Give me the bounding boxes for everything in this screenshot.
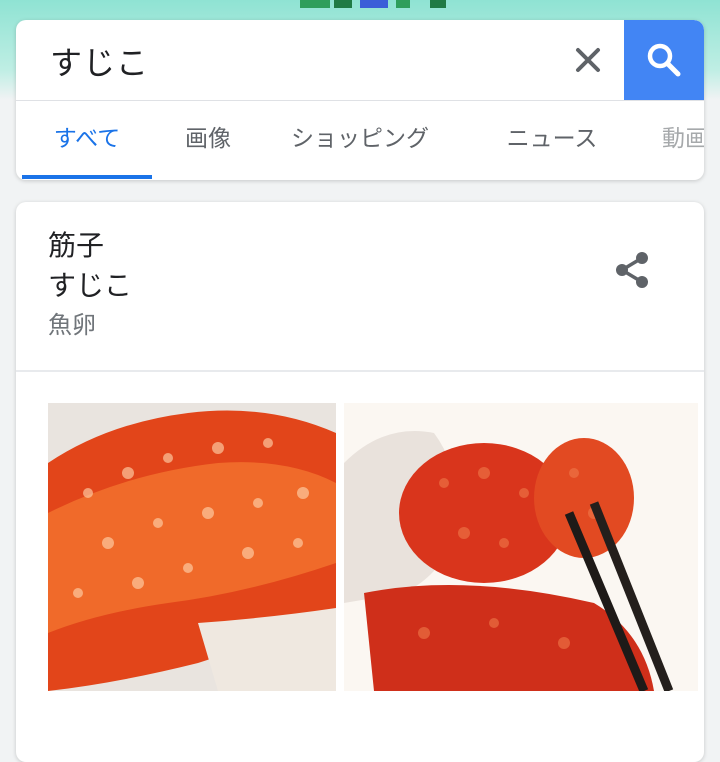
share-button[interactable] — [608, 246, 656, 294]
divider — [16, 370, 704, 372]
kp-image-salmon-roe[interactable] — [48, 403, 336, 691]
kp-title: 筋子 — [48, 229, 105, 262]
salmon-roe-photo — [48, 403, 336, 691]
roe-chopsticks-photo — [344, 403, 698, 691]
search-card: すじこ すべて 画像 ショッピング ニュース 動画 — [16, 20, 704, 180]
search-icon — [647, 43, 681, 77]
clear-button[interactable] — [570, 42, 606, 78]
kp-image-roe-chopsticks[interactable] — [344, 403, 698, 691]
search-bar: すじこ — [16, 20, 704, 101]
kp-subtitle: 魚卵 — [48, 311, 96, 339]
tab-videos[interactable]: 動画 — [662, 100, 704, 180]
search-input[interactable]: すじこ — [50, 38, 149, 84]
knowledge-panel: 筋子 すじこ 魚卵 — [16, 202, 704, 762]
search-button[interactable] — [624, 20, 704, 100]
logo-doodle[interactable] — [300, 0, 450, 10]
tab-shopping[interactable]: ショッピング — [280, 100, 440, 180]
kp-reading: すじこ — [48, 269, 133, 302]
search-tabs: すべて 画像 ショッピング ニュース 動画 — [16, 100, 704, 180]
tab-all[interactable]: すべて — [22, 100, 152, 180]
tab-images[interactable]: 画像 — [166, 100, 250, 180]
active-tab-indicator — [22, 175, 152, 179]
share-icon — [616, 252, 648, 288]
close-icon — [576, 48, 600, 72]
tab-news[interactable]: ニュース — [492, 100, 612, 180]
